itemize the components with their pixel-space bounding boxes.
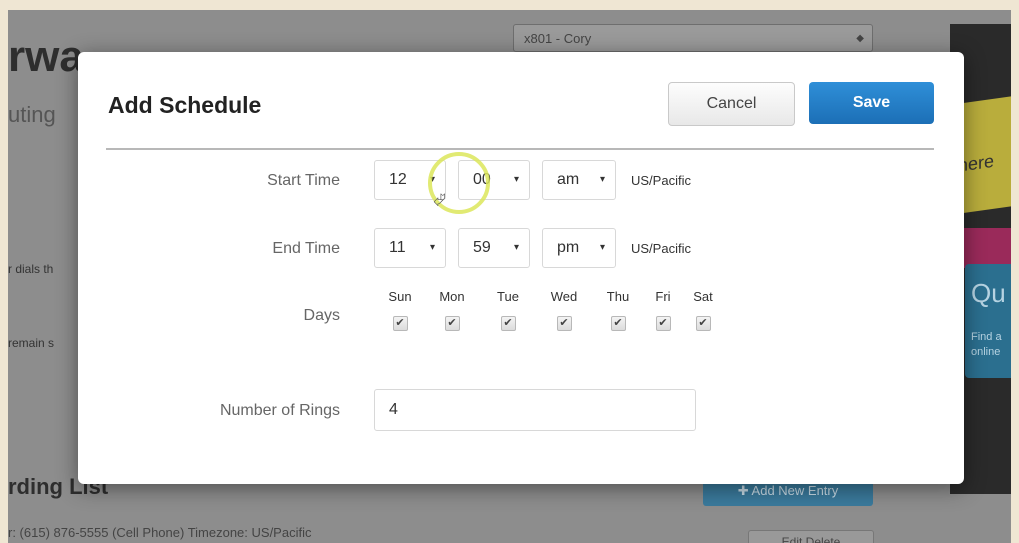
day-name: Tue bbox=[497, 289, 519, 304]
end-ampm-select[interactable]: pm ▾ bbox=[542, 228, 616, 268]
side-promo-text: Find a online bbox=[971, 331, 1002, 358]
days-label: Days bbox=[303, 307, 340, 324]
chevron-down-icon: ▾ bbox=[513, 242, 519, 253]
day-name: Fri bbox=[655, 289, 671, 304]
cancel-button[interactable]: Cancel bbox=[668, 82, 795, 126]
background-text-1: r dials th bbox=[8, 262, 54, 276]
day-checkbox-sat[interactable]: ✔ bbox=[695, 316, 711, 331]
rings-input[interactable]: 4 bbox=[374, 389, 696, 431]
mouse-pointer-icon: ⮰ bbox=[433, 192, 446, 209]
plus-icon: ✚ bbox=[737, 483, 749, 498]
chevron-down-icon: ▾ bbox=[599, 242, 605, 253]
day-checkbox-mon[interactable]: ✔ bbox=[444, 316, 460, 331]
save-button[interactable]: Save bbox=[809, 82, 934, 124]
day-name: Sun bbox=[388, 289, 412, 304]
start-ampm-select[interactable]: am ▾ bbox=[542, 160, 616, 200]
add-schedule-modal: Add Schedule Cancel Save Start Time 12 ▾… bbox=[78, 52, 964, 484]
day-name: Wed bbox=[550, 289, 578, 304]
chevron-down-icon: ▾ bbox=[513, 174, 519, 185]
chevron-down-icon: ▾ bbox=[429, 242, 435, 253]
day-tue: Tue ✔ bbox=[488, 289, 528, 331]
modal-divider bbox=[106, 148, 934, 150]
end-hour-select[interactable]: 11 ▾ bbox=[374, 228, 446, 268]
background-page-title: rwa bbox=[8, 32, 84, 81]
day-mon: Mon ✔ bbox=[432, 289, 472, 331]
background-page-subtitle: uting bbox=[8, 102, 56, 127]
screen-frame: rwa uting x801 - Cory ◆ r dials th remai… bbox=[8, 10, 1011, 543]
forwarding-list-row: r: (615) 876-5555 (Cell Phone) Timezone:… bbox=[8, 525, 312, 540]
start-timezone: US/Pacific bbox=[631, 173, 691, 188]
end-minute-value: 59 bbox=[473, 239, 491, 256]
background-text-2: remain s bbox=[8, 336, 55, 350]
start-ampm-value: am bbox=[557, 171, 580, 188]
start-time-label: Start Time bbox=[267, 172, 340, 189]
chevron-down-icon: ▾ bbox=[599, 174, 605, 185]
day-checkbox-sun[interactable]: ✔ bbox=[392, 316, 408, 331]
day-name: Sat bbox=[693, 289, 713, 304]
day-sat: Sat ✔ bbox=[683, 289, 723, 331]
day-name: Thu bbox=[606, 289, 630, 304]
background-select-value: x801 - Cory bbox=[524, 31, 592, 46]
row-actions[interactable]: Edit Delete bbox=[748, 530, 874, 543]
day-wed: Wed ✔ bbox=[544, 289, 584, 331]
modal-title: Add Schedule bbox=[108, 92, 262, 118]
day-thu: Thu ✔ bbox=[598, 289, 638, 331]
day-fri: Fri ✔ bbox=[643, 289, 683, 331]
end-minute-select[interactable]: 59 ▾ bbox=[458, 228, 530, 268]
day-checkbox-fri[interactable]: ✔ bbox=[655, 316, 671, 331]
background-extension-select[interactable]: x801 - Cory ◆ bbox=[513, 24, 873, 52]
day-name: Mon bbox=[439, 289, 465, 304]
add-new-entry-label: Add New Entry bbox=[751, 483, 839, 498]
end-time-label: End Time bbox=[272, 240, 340, 257]
end-ampm-value: pm bbox=[557, 239, 580, 256]
start-hour-value: 12 bbox=[389, 171, 407, 188]
day-checkbox-wed[interactable]: ✔ bbox=[556, 316, 572, 331]
day-sun: Sun ✔ bbox=[380, 289, 420, 331]
end-timezone: US/Pacific bbox=[631, 241, 691, 256]
rings-label: Number of Rings bbox=[219, 402, 340, 419]
side-promo-title: Qu bbox=[971, 278, 1006, 308]
day-checkbox-tue[interactable]: ✔ bbox=[500, 316, 516, 331]
end-hour-value: 11 bbox=[389, 239, 406, 256]
day-checkbox-thu[interactable]: ✔ bbox=[610, 316, 626, 331]
side-promo-box[interactable]: Qu Find a online bbox=[965, 264, 1011, 378]
chevron-down-icon: ◆ bbox=[856, 33, 864, 44]
